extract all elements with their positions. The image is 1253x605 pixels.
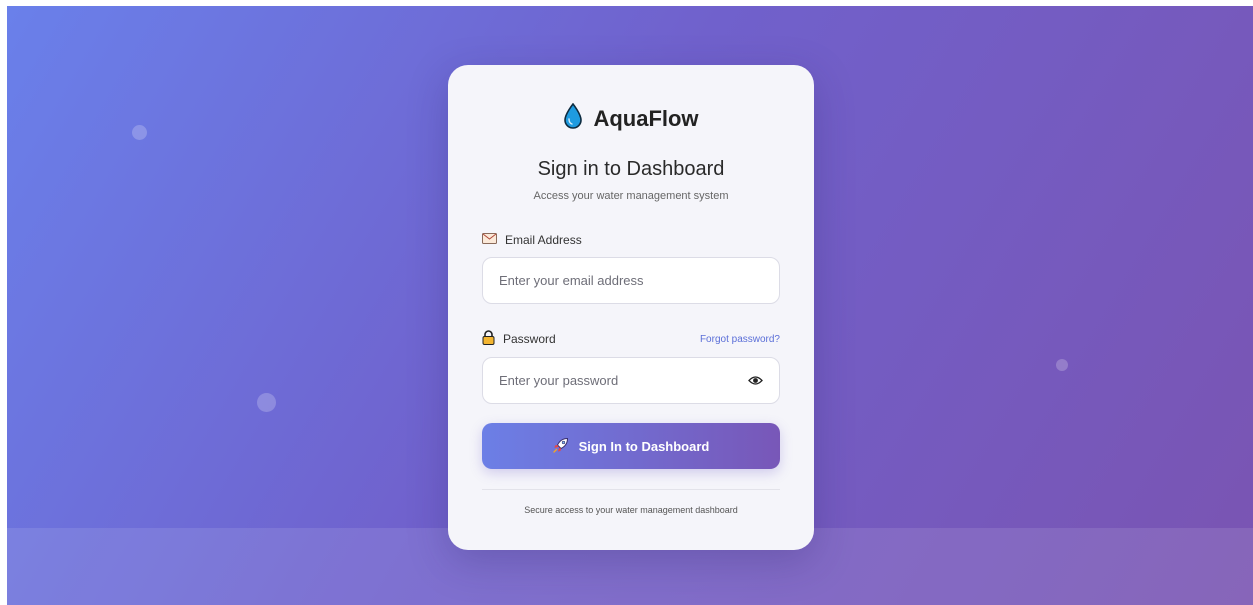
page-title: Sign in to Dashboard: [537, 158, 725, 180]
password-label-text: Password: [503, 332, 556, 346]
login-card: AquaFlow Sign in to Dashboard Access you…: [448, 65, 814, 550]
decorative-bubble: [1056, 359, 1068, 371]
password-label: Password: [482, 330, 556, 348]
email-field[interactable]: [499, 273, 763, 288]
email-label-text: Email Address: [505, 233, 582, 247]
eye-icon[interactable]: [748, 375, 763, 386]
email-label-row: Email Address: [482, 233, 780, 247]
decorative-bubble: [132, 125, 147, 140]
password-label-row: Password Forgot password?: [482, 330, 780, 348]
security-note: Secure access to your water management d…: [524, 505, 738, 515]
decorative-bubble: [257, 393, 276, 412]
divider: [482, 489, 780, 490]
page-subtitle: Access your water management system: [533, 190, 729, 202]
sign-in-button-label: Sign In to Dashboard: [578, 438, 710, 454]
email-label: Email Address: [482, 233, 582, 247]
brand-name: AquaFlow: [593, 105, 699, 131]
rocket-icon: [552, 437, 569, 456]
envelope-icon: [482, 233, 497, 247]
water-drop-icon: [563, 102, 583, 134]
email-field-wrapper: [482, 257, 780, 304]
brand-header: AquaFlow: [448, 102, 814, 134]
forgot-password-link[interactable]: Forgot password?: [700, 334, 780, 345]
password-field-wrapper: [482, 357, 780, 404]
page-background: AquaFlow Sign in to Dashboard Access you…: [7, 6, 1253, 605]
sign-in-button[interactable]: Sign In to Dashboard: [482, 423, 780, 469]
password-field[interactable]: [499, 373, 748, 388]
lock-icon: [482, 330, 495, 348]
